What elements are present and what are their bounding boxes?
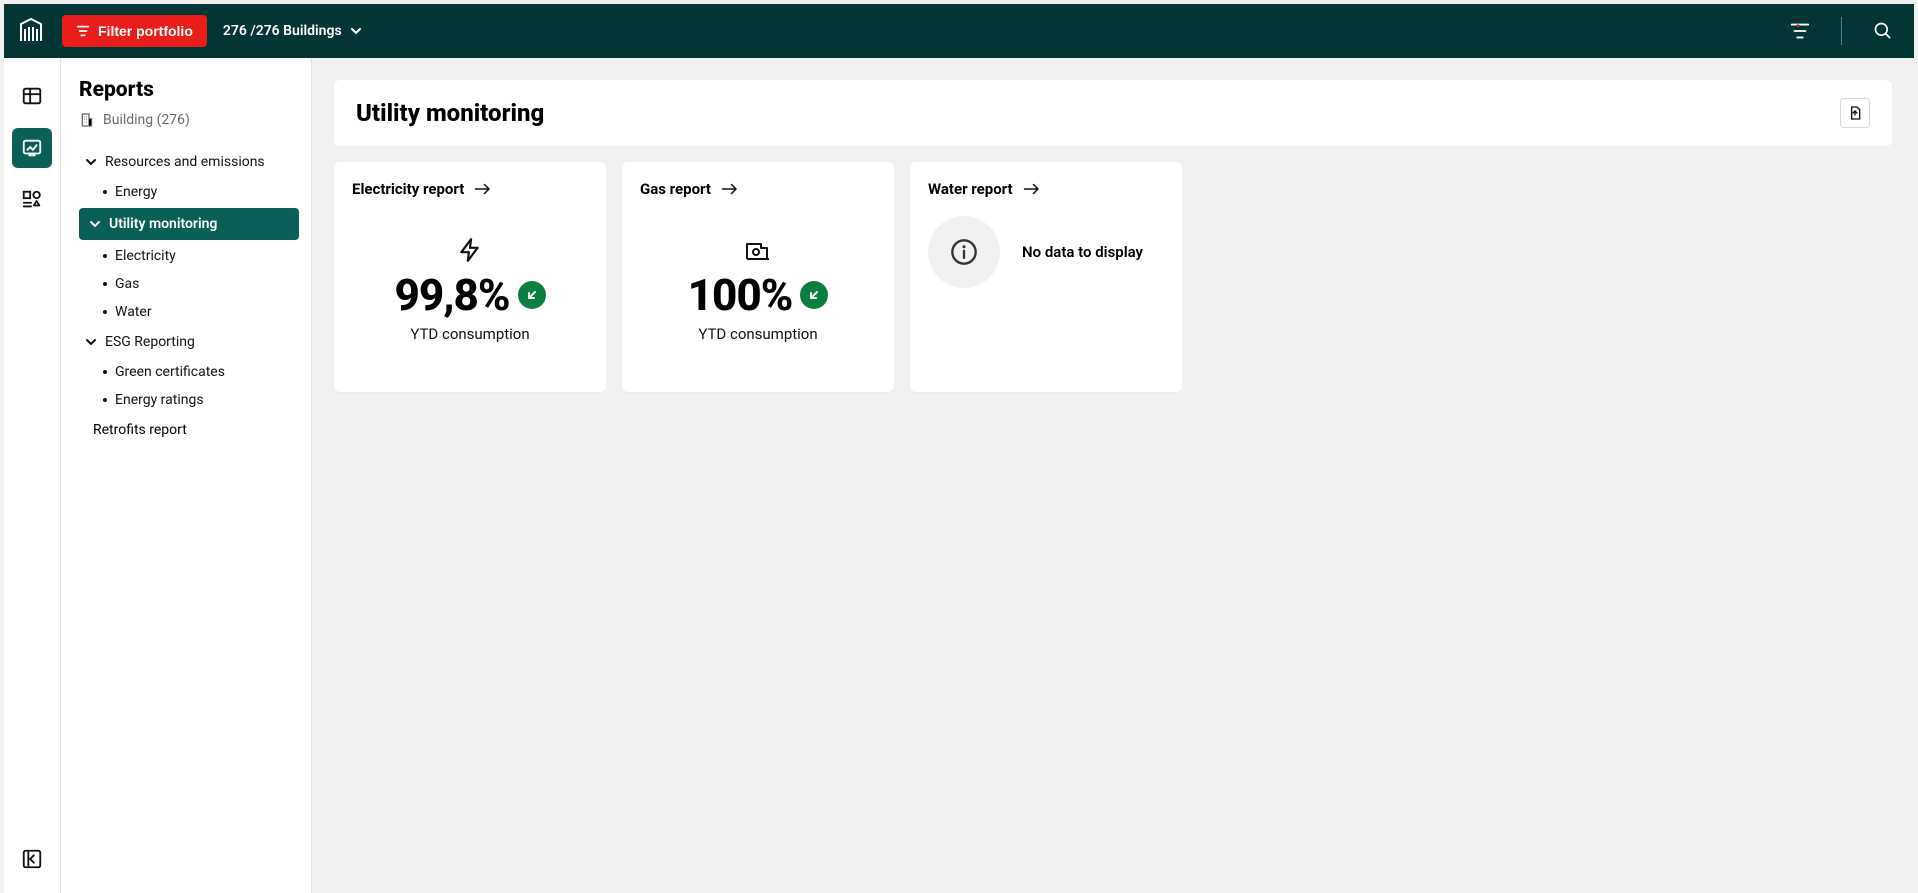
cards-row: Electricity report 99,8% xyxy=(334,162,1892,392)
filter-favorites-button[interactable] xyxy=(1781,12,1819,50)
gas-icon xyxy=(744,237,772,263)
nav-item-green-label: Green certificates xyxy=(115,364,225,380)
nav-group-resources[interactable]: Resources and emissions xyxy=(79,146,301,178)
trend-down-badge xyxy=(518,281,546,309)
card-electricity: Electricity report 99,8% xyxy=(334,162,606,392)
card-electricity-title: Electricity report xyxy=(352,180,464,198)
building-icon xyxy=(79,112,95,128)
collapse-icon xyxy=(21,848,43,870)
buildings-count-label: 276 /276 Buildings xyxy=(223,23,342,39)
electricity-value: 99,8% xyxy=(394,269,509,321)
nav-group-resources-label: Resources and emissions xyxy=(105,154,265,170)
nav-item-electricity-label: Electricity xyxy=(115,248,176,264)
card-water-link[interactable]: Water report xyxy=(928,180,1164,198)
app-logo[interactable] xyxy=(16,16,46,46)
page-title: Utility monitoring xyxy=(356,99,544,127)
nav-item-retrofits[interactable]: Retrofits report xyxy=(79,414,301,446)
nav-item-electricity[interactable]: Electricity xyxy=(79,242,301,270)
chevron-down-icon xyxy=(85,336,97,348)
card-water-title: Water report xyxy=(928,180,1013,198)
bullet-icon xyxy=(103,254,107,258)
search-icon xyxy=(1873,21,1893,41)
scope-label: Building (276) xyxy=(103,112,190,128)
rail-collapse-button[interactable] xyxy=(12,839,52,879)
sidebar: Reports Building (276) Resources and emi… xyxy=(61,58,312,893)
filter-button-label: Filter portfolio xyxy=(98,23,193,39)
arrow-right-icon xyxy=(1023,182,1041,196)
nav-group-esg[interactable]: ESG Reporting xyxy=(79,326,301,358)
nav-rail xyxy=(4,58,61,893)
chevron-down-icon xyxy=(350,25,362,37)
trend-down-badge xyxy=(800,281,828,309)
search-button[interactable] xyxy=(1864,12,1902,50)
nav-item-utility-monitoring[interactable]: Utility monitoring xyxy=(79,208,299,240)
nav-item-ratings-label: Energy ratings xyxy=(115,392,204,408)
nav-item-water[interactable]: Water xyxy=(79,298,301,326)
info-icon xyxy=(928,216,1000,288)
buildings-count-dropdown[interactable]: 276 /276 Buildings xyxy=(223,23,362,39)
gas-caption: YTD consumption xyxy=(698,325,817,343)
nav-group-esg-label: ESG Reporting xyxy=(105,334,195,350)
page-header: Utility monitoring xyxy=(334,80,1892,146)
export-button[interactable] xyxy=(1840,98,1870,128)
topbar: Filter portfolio 276 /276 Buildings xyxy=(4,4,1914,58)
nav-item-gas-label: Gas xyxy=(115,276,139,292)
rail-item-widgets[interactable] xyxy=(12,180,52,220)
water-nodata-text: No data to display xyxy=(1022,243,1143,261)
nav-item-energy-ratings[interactable]: Energy ratings xyxy=(79,386,301,414)
bullet-icon xyxy=(103,398,107,402)
nav-item-green-certificates[interactable]: Green certificates xyxy=(79,358,301,386)
nav-item-utility-label: Utility monitoring xyxy=(109,216,217,232)
gas-value: 100% xyxy=(688,269,793,321)
card-gas-title: Gas report xyxy=(640,180,711,198)
chevron-down-icon xyxy=(89,218,101,230)
topbar-divider xyxy=(1841,17,1842,45)
nav-item-gas[interactable]: Gas xyxy=(79,270,301,298)
bullet-icon xyxy=(103,190,107,194)
file-export-icon xyxy=(1847,105,1863,121)
nav-item-energy-label: Energy xyxy=(115,184,157,200)
filter-portfolio-button[interactable]: Filter portfolio xyxy=(62,15,207,47)
card-electricity-link[interactable]: Electricity report xyxy=(352,180,588,198)
bullet-icon xyxy=(103,310,107,314)
filter-icon xyxy=(76,24,90,38)
nav-item-energy[interactable]: Energy xyxy=(79,178,301,206)
card-gas: Gas report 100% YTD consu xyxy=(622,162,894,392)
arrow-right-icon xyxy=(721,182,739,196)
electricity-caption: YTD consumption xyxy=(410,325,529,343)
electricity-icon xyxy=(457,237,483,263)
rail-item-table[interactable] xyxy=(12,76,52,116)
bullet-icon xyxy=(103,282,107,286)
nav-item-water-label: Water xyxy=(115,304,152,320)
card-gas-link[interactable]: Gas report xyxy=(640,180,876,198)
scope-selector[interactable]: Building (276) xyxy=(79,112,301,128)
sidebar-title: Reports xyxy=(79,78,301,102)
main-content: Utility monitoring Electricity report xyxy=(312,58,1914,893)
card-water: Water report No data to display xyxy=(910,162,1182,392)
bullet-icon xyxy=(103,370,107,374)
arrow-right-icon xyxy=(474,182,492,196)
chevron-down-icon xyxy=(85,156,97,168)
rail-item-reports[interactable] xyxy=(12,128,52,168)
nav-item-retrofits-label: Retrofits report xyxy=(93,422,187,438)
